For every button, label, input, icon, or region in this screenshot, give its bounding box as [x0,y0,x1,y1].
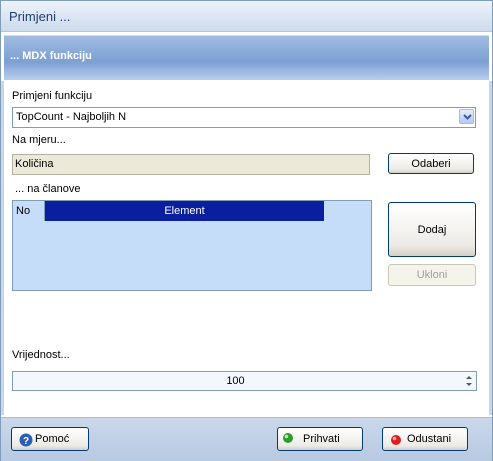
column-header-no[interactable]: No [13,201,45,221]
dialog-window: Primjeni ... ... MDX funkciju Primjeni f… [0,0,493,461]
column-header-element-label: Element [164,205,205,217]
spin-up-icon[interactable] [466,375,472,380]
function-label: Primjeni funkciju [12,90,93,102]
footer-bar: ? Pomoć Prihvati Odustani [1,417,492,461]
accept-button[interactable]: Prihvati [277,427,363,451]
spin-down-icon[interactable] [466,382,472,387]
value-number: 100 [226,375,245,387]
right-border [489,81,492,415]
title-bar[interactable]: Primjeni ... [1,1,492,32]
header-banner: ... MDX funkciju [4,32,489,80]
remove-button-label: Ukloni [416,269,448,281]
measure-value: Količina [15,158,54,170]
dropdown-button[interactable] [459,109,474,124]
accept-label: Prihvati [303,433,340,445]
window-title: Primjeni ... [9,9,71,24]
value-spinner[interactable]: 100 [12,371,477,391]
members-grid[interactable]: No Element [12,200,372,291]
svg-text:?: ? [23,436,29,447]
members-label: ... na članove [15,183,81,195]
measure-field: Količina [12,154,370,175]
select-measure-label: Odaberi [411,158,451,170]
cancel-label: Odustani [407,433,452,445]
function-selected-value: TopCount - Najboljih N [16,111,127,123]
cancel-button[interactable]: Odustani [382,427,468,451]
function-select[interactable]: TopCount - Najboljih N [12,107,476,128]
column-header-no-label: No [16,205,31,217]
remove-button[interactable]: Ukloni [388,264,476,286]
add-button[interactable]: Dodaj [388,202,476,257]
value-label: Vrijednost... [12,349,70,361]
banner-title: ... MDX funkciju [10,50,92,62]
select-measure-button[interactable]: Odaberi [388,153,474,174]
help-icon: ? [19,433,33,447]
red-dot-icon [391,435,401,445]
left-border [1,81,4,415]
help-label: Pomoć [35,433,70,445]
measure-label: Na mjeru... [12,134,66,146]
column-header-element[interactable]: Element [45,201,324,221]
chevron-down-icon [463,114,472,120]
green-dot-icon [283,433,293,443]
help-button[interactable]: ? Pomoć [11,427,89,451]
add-button-label: Dodaj [417,224,447,236]
